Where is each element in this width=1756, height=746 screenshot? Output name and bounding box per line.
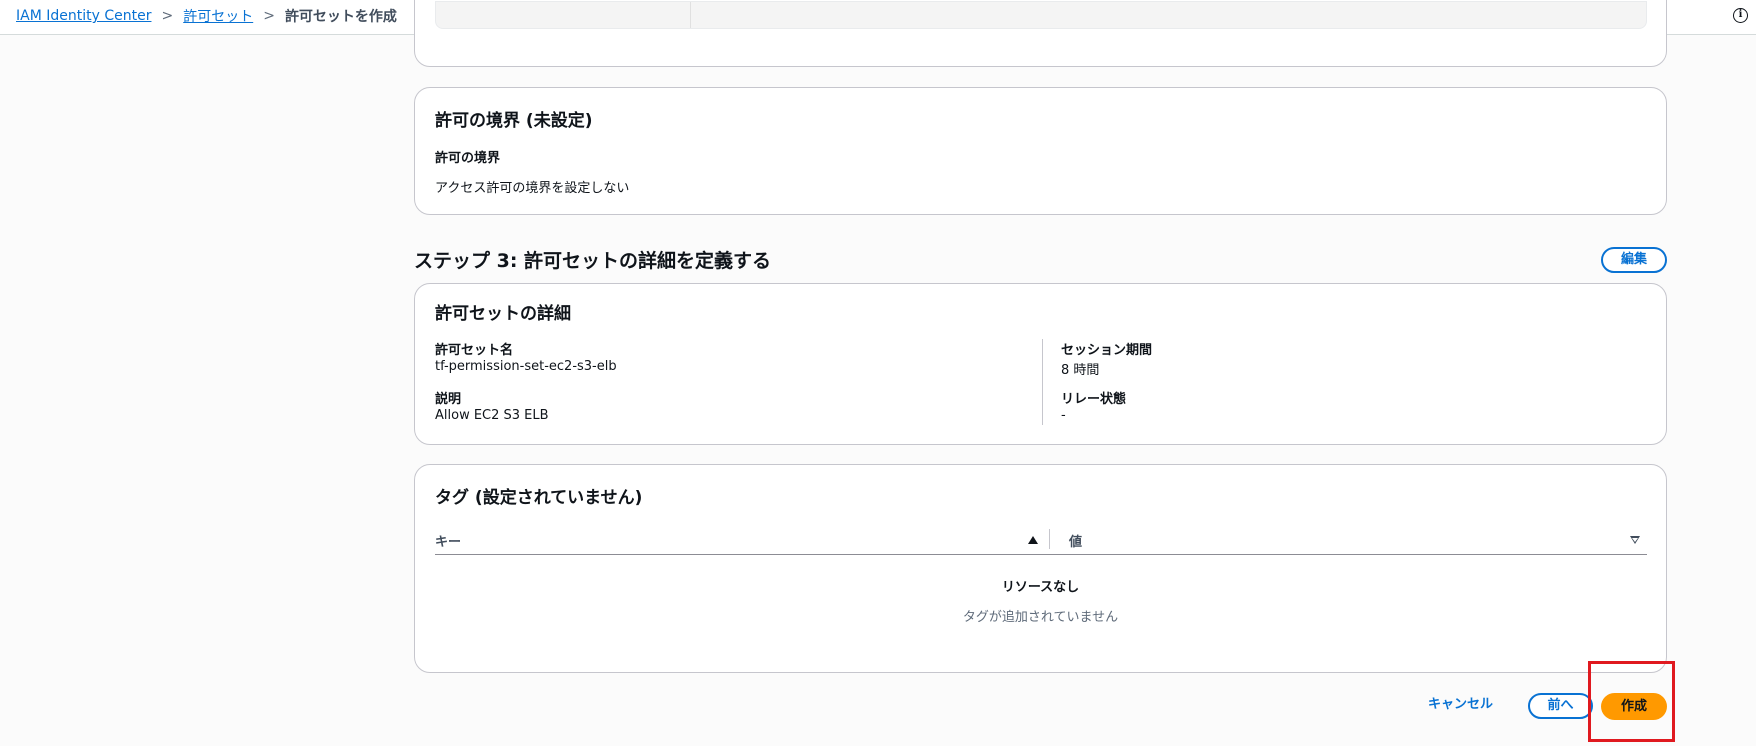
permission-set-name-label: 許可セット名 xyxy=(435,343,514,358)
breadcrumb: IAM Identity Center > 許可セット > 許可セットを作成 xyxy=(16,6,397,26)
description-value: Allow EC2 S3 ELB xyxy=(435,408,549,423)
session-duration-label: セッション期間 xyxy=(1061,343,1153,358)
permissions-boundary-card: 許可の境界 (未設定) 許可の境界 アクセス許可の境界を設定しない xyxy=(414,87,1667,215)
breadcrumb-permission-sets[interactable]: 許可セット xyxy=(183,6,253,26)
policy-card-partial xyxy=(414,0,1667,67)
chevron-right-icon: > xyxy=(263,8,275,24)
column-resize-divider[interactable] xyxy=(1049,529,1050,549)
empty-state-title: リソースなし xyxy=(1001,580,1080,595)
permission-set-details-card: 許可セットの詳細 許可セット名 tf-permission-set-ec2-s3… xyxy=(414,283,1667,445)
permission-set-details-title: 許可セットの詳細 xyxy=(435,304,571,324)
description-label: 説明 xyxy=(435,392,462,407)
permissions-boundary-title: 許可の境界 (未設定) xyxy=(435,111,593,131)
breadcrumb-current: 許可セットを作成 xyxy=(284,9,397,25)
tags-title: タグ (設定されていません) xyxy=(435,488,643,508)
relay-state-value: - xyxy=(1061,408,1066,423)
policy-editor-field xyxy=(435,1,1647,29)
breadcrumb-iam-identity-center[interactable]: IAM Identity Center xyxy=(16,8,151,24)
column-header-value[interactable]: 値 xyxy=(1069,531,1082,550)
permission-set-name-value: tf-permission-set-ec2-s3-elb xyxy=(435,359,617,374)
sort-ascending-icon[interactable] xyxy=(1028,536,1038,544)
permissions-boundary-label: 許可の境界 xyxy=(435,151,501,166)
cancel-button[interactable]: キャンセル xyxy=(1428,693,1493,712)
chevron-right-icon: > xyxy=(161,8,174,24)
highlight-annotation xyxy=(1588,661,1675,742)
column-header-key[interactable]: キー xyxy=(435,531,461,550)
step3-heading: ステップ 3: 許可セットの詳細を定義する xyxy=(414,250,772,272)
relay-state-label: リレー状態 xyxy=(1061,392,1127,407)
edit-button[interactable]: 編集 xyxy=(1601,247,1667,273)
session-duration-value: 8 時間 xyxy=(1061,363,1100,378)
empty-state-subtitle: タグが追加されていません xyxy=(962,610,1119,625)
info-icon[interactable]: i xyxy=(1733,8,1748,23)
sort-descending-icon[interactable] xyxy=(1630,536,1640,544)
editor-gutter-divider xyxy=(690,2,691,28)
tags-card: タグ (設定されていません) キー 値 リソースなし タグが追加されていません xyxy=(414,464,1667,673)
column-divider xyxy=(1042,339,1043,425)
tags-table-header: キー 値 xyxy=(435,523,1647,555)
permissions-boundary-value: アクセス許可の境界を設定しない xyxy=(435,181,630,196)
previous-button[interactable]: 前へ xyxy=(1528,693,1593,719)
